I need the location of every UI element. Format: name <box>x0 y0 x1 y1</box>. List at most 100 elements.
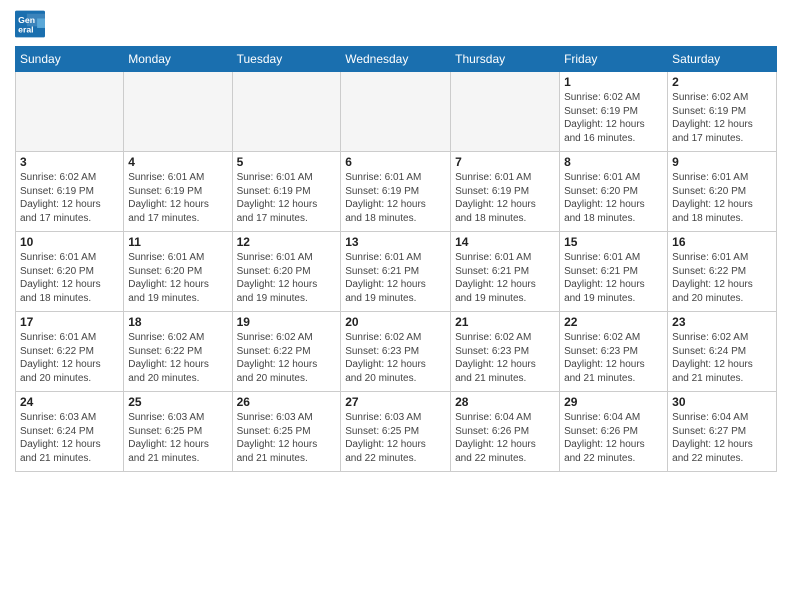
calendar-week-row: 1 Sunrise: 6:02 AMSunset: 6:19 PMDaylight… <box>16 72 777 152</box>
day-number: 24 <box>20 395 119 409</box>
calendar-cell: 12Sunrise: 6:01 AMSunset: 6:20 PMDayligh… <box>232 232 341 312</box>
day-info: Sunrise: 6:02 AMSunset: 6:23 PMDaylight:… <box>345 331 446 385</box>
calendar-week-row: 3 Sunrise: 6:02 AMSunset: 6:19 PMDaylight… <box>16 152 777 232</box>
day-number: 10 <box>20 235 119 249</box>
day-number: 25 <box>128 395 227 409</box>
logo: Gen eral <box>15 10 49 38</box>
calendar-cell: 11 Sunrise: 6:01 AMSunset: 6:20 PMDayligh… <box>124 232 232 312</box>
calendar-cell <box>16 72 124 152</box>
calendar-cell: 17 Sunrise: 6:01 AMSunset: 6:22 PMDayligh… <box>16 312 124 392</box>
calendar-cell: 5Sunrise: 6:01 AMSunset: 6:19 PMDaylight… <box>232 152 341 232</box>
svg-text:eral: eral <box>18 25 33 35</box>
day-info: Sunrise: 6:03 AMSunset: 6:25 PMDaylight:… <box>237 411 337 465</box>
calendar-cell: 29 Sunrise: 6:04 AMSunset: 6:26 PMDayligh… <box>560 392 668 472</box>
day-number: 5 <box>237 155 337 169</box>
day-info: Sunrise: 6:03 AMSunset: 6:25 PMDaylight:… <box>128 411 227 465</box>
calendar-cell: 4 Sunrise: 6:01 AMSunset: 6:19 PMDaylight… <box>124 152 232 232</box>
calendar-cell: 24 Sunrise: 6:03 AMSunset: 6:24 PMDayligh… <box>16 392 124 472</box>
calendar-cell: 6Sunrise: 6:01 AMSunset: 6:19 PMDaylight… <box>341 152 451 232</box>
day-number: 13 <box>345 235 446 249</box>
day-info: Sunrise: 6:02 AMSunset: 6:19 PMDaylight:… <box>672 91 772 145</box>
day-header-sunday: Sunday <box>16 47 124 72</box>
day-number: 4 <box>128 155 227 169</box>
day-info: Sunrise: 6:01 AMSunset: 6:22 PMDaylight:… <box>20 331 119 385</box>
calendar-cell: 8 Sunrise: 6:01 AMSunset: 6:20 PMDaylight… <box>560 152 668 232</box>
day-number: 26 <box>237 395 337 409</box>
calendar-cell: 26 Sunrise: 6:03 AMSunset: 6:25 PMDayligh… <box>232 392 341 472</box>
day-number: 21 <box>455 315 555 329</box>
calendar-header-row: SundayMondayTuesdayWednesdayThursdayFrid… <box>16 47 777 72</box>
day-info: Sunrise: 6:01 AMSunset: 6:21 PMDaylight:… <box>455 251 555 305</box>
calendar-cell: 16 Sunrise: 6:01 AMSunset: 6:22 PMDayligh… <box>668 232 777 312</box>
day-number: 15 <box>564 235 663 249</box>
day-info: Sunrise: 6:04 AMSunset: 6:26 PMDaylight:… <box>455 411 555 465</box>
day-info: Sunrise: 6:02 AMSunset: 6:19 PMDaylight:… <box>564 91 663 145</box>
day-number: 11 <box>128 235 227 249</box>
day-number: 9 <box>672 155 772 169</box>
calendar-cell: 3 Sunrise: 6:02 AMSunset: 6:19 PMDaylight… <box>16 152 124 232</box>
day-info: Sunrise: 6:02 AMSunset: 6:19 PMDaylight:… <box>20 171 119 225</box>
day-header-tuesday: Tuesday <box>232 47 341 72</box>
logo-icon: Gen eral <box>15 10 45 38</box>
day-info: Sunrise: 6:03 AMSunset: 6:25 PMDaylight:… <box>345 411 446 465</box>
calendar-cell: 28 Sunrise: 6:04 AMSunset: 6:26 PMDayligh… <box>451 392 560 472</box>
calendar-cell: 19 Sunrise: 6:02 AMSunset: 6:22 PMDayligh… <box>232 312 341 392</box>
day-info: Sunrise: 6:02 AMSunset: 6:23 PMDaylight:… <box>564 331 663 385</box>
day-number: 27 <box>345 395 446 409</box>
day-number: 30 <box>672 395 772 409</box>
day-number: 23 <box>672 315 772 329</box>
calendar-cell: 22Sunrise: 6:02 AMSunset: 6:23 PMDayligh… <box>560 312 668 392</box>
calendar-week-row: 24 Sunrise: 6:03 AMSunset: 6:24 PMDayligh… <box>16 392 777 472</box>
day-info: Sunrise: 6:01 AMSunset: 6:20 PMDaylight:… <box>128 251 227 305</box>
calendar-cell: 23 Sunrise: 6:02 AMSunset: 6:24 PMDayligh… <box>668 312 777 392</box>
header: Gen eral <box>15 10 777 38</box>
calendar-cell <box>451 72 560 152</box>
calendar-cell: 9 Sunrise: 6:01 AMSunset: 6:20 PMDaylight… <box>668 152 777 232</box>
day-number: 19 <box>237 315 337 329</box>
day-info: Sunrise: 6:01 AMSunset: 6:19 PMDaylight:… <box>128 171 227 225</box>
day-number: 16 <box>672 235 772 249</box>
calendar-week-row: 10 Sunrise: 6:01 AMSunset: 6:20 PMDayligh… <box>16 232 777 312</box>
day-header-friday: Friday <box>560 47 668 72</box>
calendar-cell: 7Sunrise: 6:01 AMSunset: 6:19 PMDaylight… <box>451 152 560 232</box>
page: Gen eral SundayMondayTuesdayWednesdayThu… <box>0 0 792 482</box>
calendar-cell: 30 Sunrise: 6:04 AMSunset: 6:27 PMDayligh… <box>668 392 777 472</box>
day-info: Sunrise: 6:01 AMSunset: 6:20 PMDaylight:… <box>564 171 663 225</box>
day-number: 28 <box>455 395 555 409</box>
day-info: Sunrise: 6:02 AMSunset: 6:22 PMDaylight:… <box>128 331 227 385</box>
calendar-cell: 13 Sunrise: 6:01 AMSunset: 6:21 PMDayligh… <box>341 232 451 312</box>
day-number: 29 <box>564 395 663 409</box>
calendar-cell <box>341 72 451 152</box>
calendar-cell: 14Sunrise: 6:01 AMSunset: 6:21 PMDayligh… <box>451 232 560 312</box>
day-number: 18 <box>128 315 227 329</box>
calendar-cell: 27 Sunrise: 6:03 AMSunset: 6:25 PMDayligh… <box>341 392 451 472</box>
day-info: Sunrise: 6:01 AMSunset: 6:22 PMDaylight:… <box>672 251 772 305</box>
day-info: Sunrise: 6:01 AMSunset: 6:19 PMDaylight:… <box>455 171 555 225</box>
svg-text:Gen: Gen <box>18 15 35 25</box>
day-number: 2 <box>672 75 772 89</box>
calendar-cell: 2 Sunrise: 6:02 AMSunset: 6:19 PMDaylight… <box>668 72 777 152</box>
day-number: 20 <box>345 315 446 329</box>
day-info: Sunrise: 6:02 AMSunset: 6:22 PMDaylight:… <box>237 331 337 385</box>
day-info: Sunrise: 6:01 AMSunset: 6:20 PMDaylight:… <box>672 171 772 225</box>
day-number: 3 <box>20 155 119 169</box>
calendar-cell <box>124 72 232 152</box>
day-number: 12 <box>237 235 337 249</box>
day-number: 1 <box>564 75 663 89</box>
day-info: Sunrise: 6:04 AMSunset: 6:26 PMDaylight:… <box>564 411 663 465</box>
day-info: Sunrise: 6:01 AMSunset: 6:21 PMDaylight:… <box>345 251 446 305</box>
day-header-monday: Monday <box>124 47 232 72</box>
day-info: Sunrise: 6:01 AMSunset: 6:21 PMDaylight:… <box>564 251 663 305</box>
day-info: Sunrise: 6:04 AMSunset: 6:27 PMDaylight:… <box>672 411 772 465</box>
day-number: 6 <box>345 155 446 169</box>
calendar-cell: 1 Sunrise: 6:02 AMSunset: 6:19 PMDaylight… <box>560 72 668 152</box>
day-number: 17 <box>20 315 119 329</box>
day-info: Sunrise: 6:03 AMSunset: 6:24 PMDaylight:… <box>20 411 119 465</box>
day-info: Sunrise: 6:02 AMSunset: 6:24 PMDaylight:… <box>672 331 772 385</box>
calendar-table: SundayMondayTuesdayWednesdayThursdayFrid… <box>15 46 777 472</box>
calendar-cell: 18 Sunrise: 6:02 AMSunset: 6:22 PMDayligh… <box>124 312 232 392</box>
calendar-cell <box>232 72 341 152</box>
day-number: 8 <box>564 155 663 169</box>
calendar-week-row: 17 Sunrise: 6:01 AMSunset: 6:22 PMDayligh… <box>16 312 777 392</box>
day-header-thursday: Thursday <box>451 47 560 72</box>
